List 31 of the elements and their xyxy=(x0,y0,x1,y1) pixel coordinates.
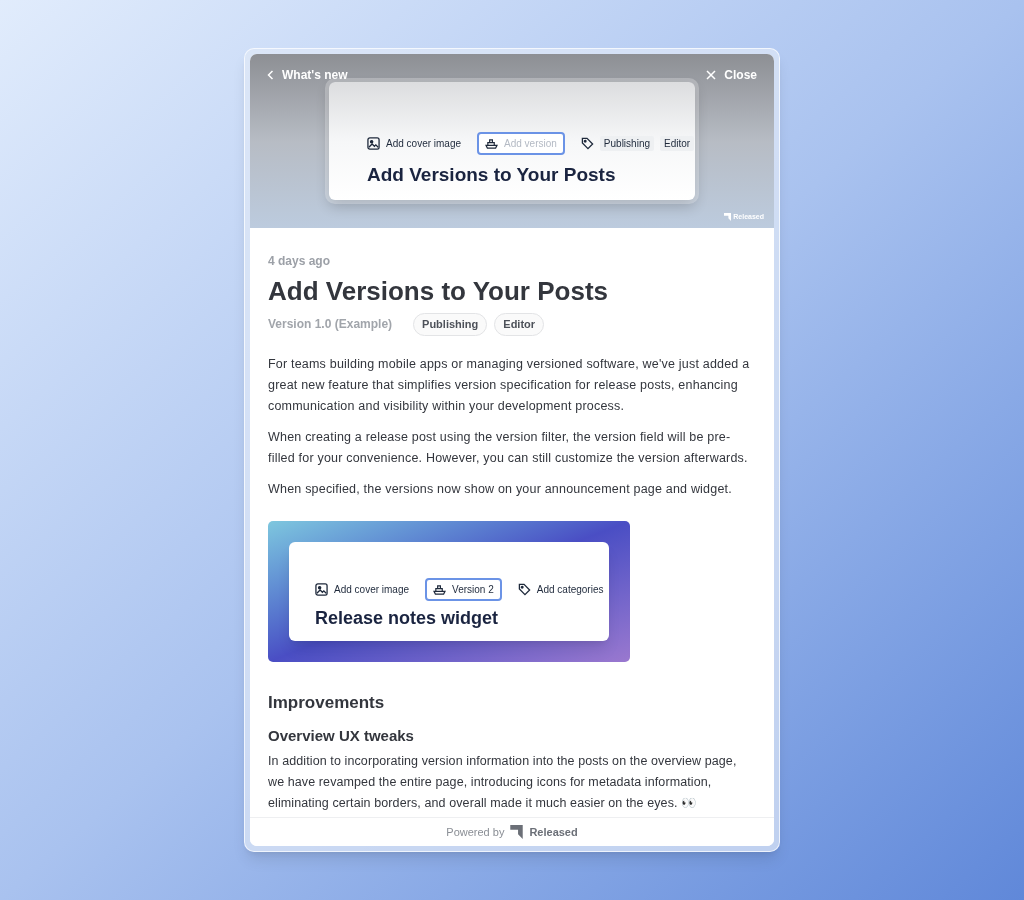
post-title: Add Versions to Your Posts xyxy=(268,275,609,307)
image-icon xyxy=(315,582,328,596)
close-icon xyxy=(706,70,717,80)
version-label: Version 1.0 (Example) xyxy=(268,316,393,334)
category-chip: Publishing xyxy=(599,136,654,151)
section-heading: Improvements xyxy=(268,691,386,714)
tag-icon xyxy=(517,582,531,596)
add-cover-label[interactable]: Add cover image xyxy=(386,136,462,151)
add-cover-label[interactable]: Add cover image xyxy=(334,581,410,597)
version-field[interactable]: Version 2 xyxy=(425,577,502,601)
powered-by-label: Powered by xyxy=(446,824,505,840)
logo-icon xyxy=(724,212,732,221)
cover-title: Add Versions to Your Posts xyxy=(367,165,617,184)
screenshot-title: Release notes widget xyxy=(315,608,500,627)
tag-icon xyxy=(580,137,594,150)
body-paragraph: When specified, the versions now show on your announcement page and widget. xyxy=(268,480,733,498)
category-chip: Editor xyxy=(660,136,695,151)
category-tag: Editor xyxy=(494,313,545,336)
boat-icon xyxy=(485,138,499,149)
subsection-heading: Overview UX tweaks xyxy=(268,725,415,746)
post-date: 4 days ago xyxy=(268,253,332,270)
add-categories-label[interactable]: Add categories xyxy=(536,581,604,597)
boat-icon xyxy=(433,583,447,595)
logo-icon xyxy=(510,825,524,839)
image-icon xyxy=(367,137,380,150)
category-tag: Publishing xyxy=(413,313,488,336)
brand-link[interactable]: Released xyxy=(529,823,578,841)
body-paragraph: For teams building mobile apps or managing versioned software, we've just added a great new feature that simplifies version specification for release posts, enhancing communication and visibility within your development process. xyxy=(268,355,751,415)
body-paragraph: In addition to incorporating version information into the posts on the overview page, we have revamped the entire page, introducing icons for metadata information, eliminating certain borders, and overall made it much easier on the eyes. 👀 xyxy=(268,752,738,812)
chevron-left-icon xyxy=(267,70,274,80)
body-paragraph: When creating a release post using the version filter, the version field will be pre-filled for your convenience. However, you can still customize the version afterwards. xyxy=(268,428,749,467)
